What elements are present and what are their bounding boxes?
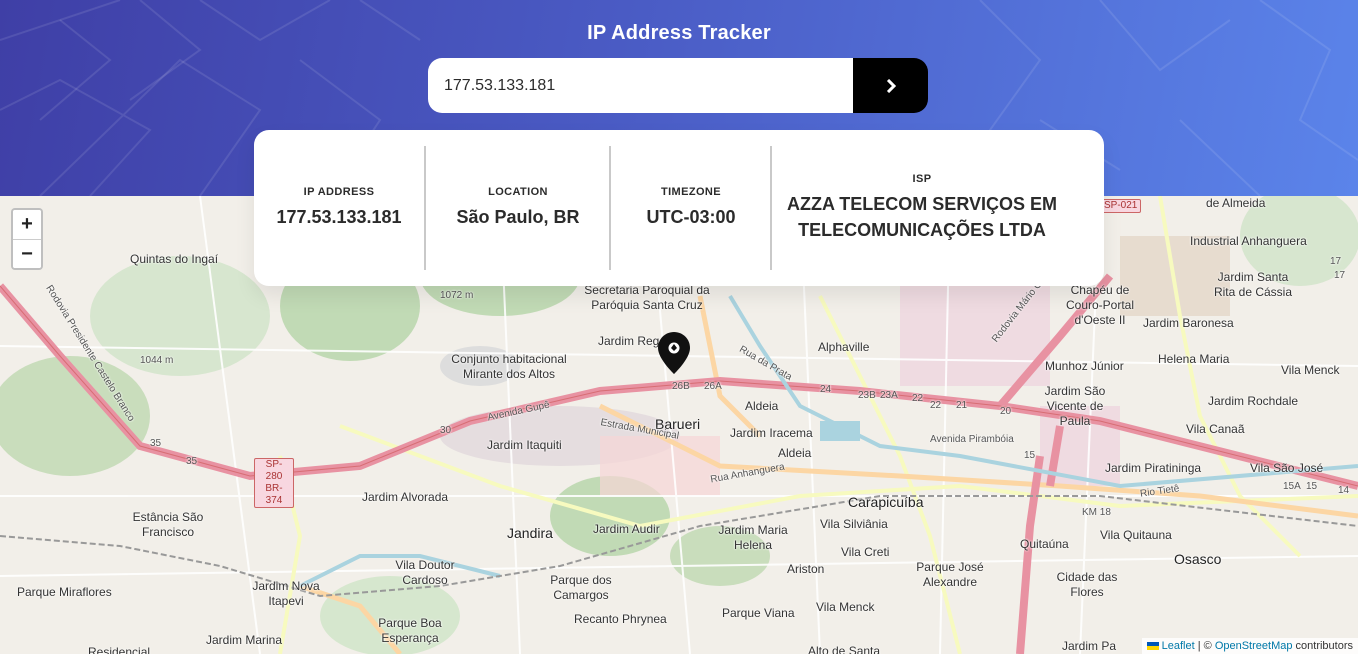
map-label: Residencial xyxy=(88,645,151,654)
map-label: Recanto Phrynea xyxy=(574,612,667,626)
map-label: Jandira xyxy=(507,525,553,541)
chevron-right-icon xyxy=(886,78,896,93)
road-marker: 21 xyxy=(956,400,968,411)
map-label: Munhoz Júnior xyxy=(1045,359,1124,373)
map-label: Jardim Baronesa xyxy=(1143,316,1234,330)
map-label: Ariston xyxy=(787,562,825,576)
map-label: Parque dos Camargos xyxy=(550,573,612,602)
map-label: Jardim Maria Helena xyxy=(718,523,788,552)
map-label: Chapéu de Couro-Portal d'Oeste II xyxy=(1065,283,1135,327)
road-marker: 35 xyxy=(150,438,162,449)
road-marker: 15 xyxy=(1024,450,1036,461)
map-label: Secretaria Paroquial da Paróquia Santa C… xyxy=(584,283,710,312)
map-label: 1044 m xyxy=(140,355,174,366)
map-label: Estância São Francisco xyxy=(132,510,204,539)
route-shield: SP-021 xyxy=(1100,199,1142,213)
attribution-suffix: contributors xyxy=(1292,640,1353,652)
road-marker: 30 xyxy=(440,425,452,436)
map-label: Industrial Anhanguera xyxy=(1190,234,1307,248)
timezone-value: UTC-03:00 xyxy=(646,207,736,227)
map-label: Vila Canaã xyxy=(1186,422,1245,436)
road-marker: 23B xyxy=(858,390,876,401)
map-label: Parque José Alexandre xyxy=(916,560,984,589)
page-title: IP Address Tracker xyxy=(587,22,771,44)
search-form xyxy=(428,58,928,113)
map-label: Alto de Santa xyxy=(808,644,881,654)
map-label: Vila São José xyxy=(1250,461,1324,475)
map-label: Jardim Iracema xyxy=(730,426,813,440)
map-label: Parque Boa Esperança xyxy=(378,616,442,645)
location-value: São Paulo, BR xyxy=(456,207,580,227)
attribution-separator: | © xyxy=(1194,640,1215,652)
isp-label: ISP xyxy=(912,173,932,185)
ip-info-card: IP ADDRESS 177.53.133.181 LOCATION São P… xyxy=(254,130,1104,286)
openstreetmap-link[interactable]: OpenStreetMap xyxy=(1215,640,1293,652)
zoom-in-button[interactable]: + xyxy=(13,210,41,239)
map-label: Jardim Audir xyxy=(593,522,660,536)
map-label: Jardim Nova Itapevi xyxy=(252,579,320,608)
road-marker: 17 xyxy=(1330,256,1342,267)
timezone-label: TIMEZONE xyxy=(660,186,722,198)
ukraine-flag-icon xyxy=(1146,642,1159,651)
map-label: Jardim Pa xyxy=(1062,639,1117,653)
road-marker: 22 xyxy=(912,393,924,404)
map-label: Jardim Itaquiti xyxy=(487,438,562,452)
map-label: Avenida Pirambóia xyxy=(930,434,1014,445)
road-marker: 24 xyxy=(820,384,832,395)
map-label: Vila Creti xyxy=(841,545,890,559)
map-label: Vila Doutor Cardoso xyxy=(395,558,455,587)
map-label: Helena Maria xyxy=(1158,352,1230,366)
ip-address-stat: IP ADDRESS 177.53.133.181 xyxy=(254,130,424,286)
road-marker: 23A xyxy=(880,390,898,401)
map-label: 1072 m xyxy=(440,290,474,301)
map-label: Vila Quitauna xyxy=(1100,528,1172,542)
location-label: LOCATION xyxy=(488,186,548,198)
location-stat: LOCATION São Paulo, BR xyxy=(426,130,610,286)
road-marker: 14 xyxy=(1338,485,1350,496)
map-label: Jardim Rochdale xyxy=(1208,394,1299,408)
location-pin-icon[interactable] xyxy=(657,331,691,375)
road-marker: 15A xyxy=(1283,481,1301,492)
map-label: Jardim Santa Rita de Cássia xyxy=(1213,270,1293,299)
road-marker: 20 xyxy=(1000,406,1012,417)
map-label: Vila Menck xyxy=(816,600,875,614)
map-label: Jardim Marina xyxy=(206,633,283,647)
map-label: Parque Viana xyxy=(722,606,795,620)
road-marker: 22 xyxy=(930,400,942,411)
map-label: Jardim São Vicente de Paula xyxy=(1044,384,1106,428)
map-attribution: Leaflet | © OpenStreetMap contributors xyxy=(1141,638,1358,654)
map-label: Carapicuíba xyxy=(848,494,924,510)
map-label: Jardim Piratininga xyxy=(1105,461,1202,475)
timezone-stat: TIMEZONE UTC-03:00 xyxy=(611,130,771,286)
ip-search-input[interactable] xyxy=(428,58,853,113)
search-submit-button[interactable] xyxy=(853,58,928,113)
map-label: Aldeia xyxy=(745,399,779,413)
map-label: Quitaúna xyxy=(1020,537,1069,551)
road-marker: 15 xyxy=(1306,481,1318,492)
ip-address-label: IP ADDRESS xyxy=(303,186,375,198)
road-marker: 26B xyxy=(672,381,690,392)
road-marker: 17 xyxy=(1334,270,1346,281)
ip-address-value: 177.53.133.181 xyxy=(276,207,402,227)
road-marker: 35 xyxy=(186,456,198,467)
zoom-out-button[interactable]: − xyxy=(13,239,41,268)
map-label: Quintas do Ingaí xyxy=(130,252,219,266)
route-shield: SP-280 BR-374 xyxy=(254,458,294,508)
map-label: Jardim Alvorada xyxy=(362,490,449,504)
map-label: Cidade das Flores xyxy=(1056,570,1118,599)
map-label: Alphaville xyxy=(818,340,870,354)
map-label: Vila Menck xyxy=(1281,363,1340,377)
map-label: KM 18 xyxy=(1082,507,1111,518)
isp-stat: ISP AZZA TELECOM SERVIÇOS EM TELECOMUNIC… xyxy=(772,130,1072,286)
map-label: Vila Silviânia xyxy=(820,517,888,531)
map-label: Osasco xyxy=(1174,551,1222,567)
leaflet-link[interactable]: Leaflet xyxy=(1162,640,1195,652)
map-label: Parque Miraflores xyxy=(17,585,112,599)
map-label: Conjunto habitacional Mirante dos Altos xyxy=(451,352,567,381)
map-label: de Almeida xyxy=(1206,196,1266,210)
zoom-control: + − xyxy=(11,208,43,270)
road-marker: 26A xyxy=(704,381,722,392)
isp-value: AZZA TELECOM SERVIÇOS EM TELECOMUNICAÇÕE… xyxy=(786,194,1058,240)
